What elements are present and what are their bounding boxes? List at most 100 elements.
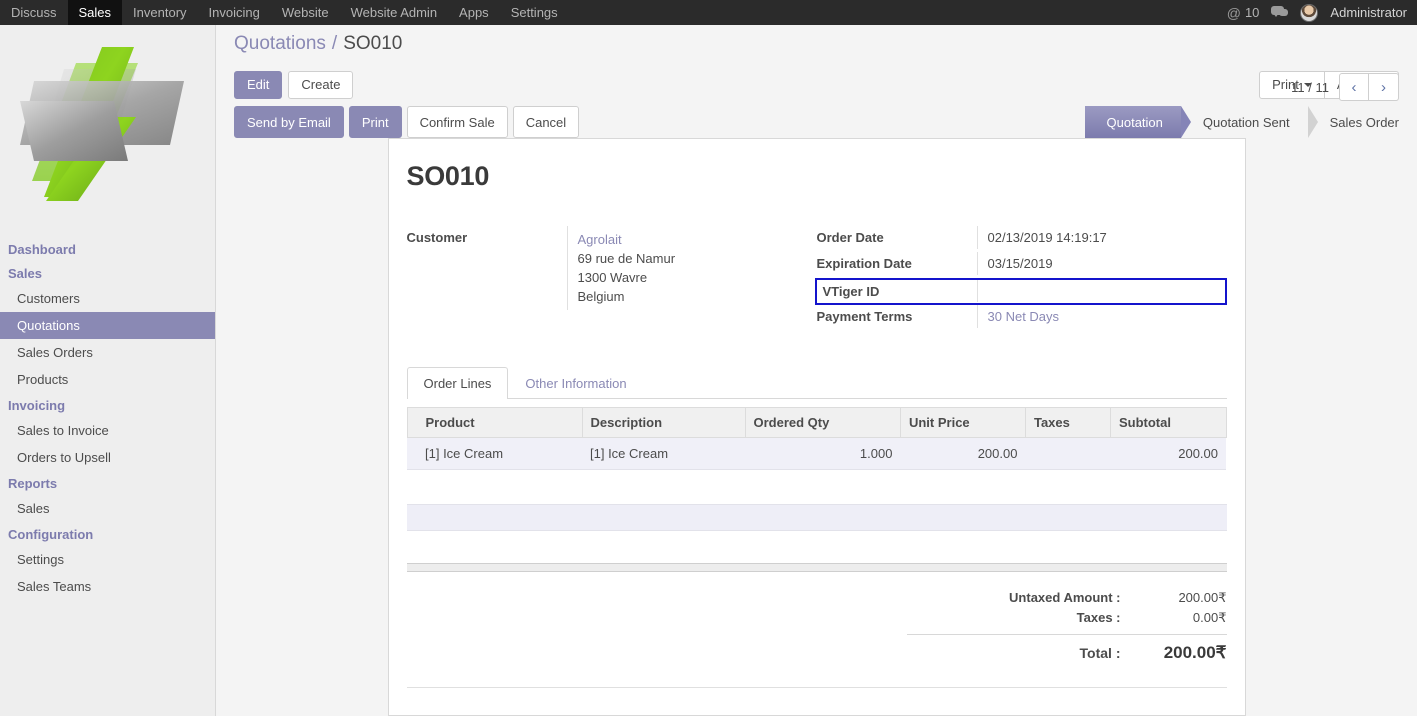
nav-item-apps[interactable]: Apps [448,0,500,25]
cell-taxes[interactable] [1025,437,1111,470]
resize-grip-bar[interactable] [406,563,1227,572]
sidebar-section-reports[interactable]: Reports [0,471,215,495]
sidebar-item-customers[interactable]: Customers [0,285,215,312]
add-line-placeholder-table [406,504,1227,531]
customer-value: Agrolait 69 rue de Namur 1300 Wavre Belg… [566,226,817,310]
nav-item-sales[interactable]: Sales [67,0,123,25]
sidebar-item-sales-orders[interactable]: Sales Orders [0,339,215,366]
column-header-taxes: Taxes [1025,407,1111,438]
mention-count: 10 [1244,5,1260,20]
cell-subtotal[interactable]: 200.00 [1110,437,1226,470]
customer-address-line-2: 1300 Wavre [577,270,648,285]
logo-container [0,25,215,237]
breadcrumb-separator: / [331,33,338,54]
breadcrumb-parent[interactable]: Quotations [234,33,326,55]
sidebar-item-sales-to-invoice[interactable]: Sales to Invoice [0,417,215,444]
nav-item-website-admin[interactable]: Website Admin [340,0,448,25]
pager-previous-button[interactable]: ‹ [1339,73,1369,101]
nav-item-discuss[interactable]: Discuss [0,0,68,25]
status-bar: Send by Email Print Confirm Sale Cancel Quo… [216,106,1417,138]
mentions-badge[interactable]: @ 10 [1227,5,1260,21]
edit-button[interactable]: Edit [234,70,283,99]
user-avatar[interactable] [1300,3,1319,22]
workflow-buttons: Send by Email Print Confirm Sale Cancel [234,106,584,138]
stage-sales-order[interactable]: Sales Order [1307,106,1417,138]
column-header-description: Description [582,407,746,438]
taxes-label: Taxes : [1076,610,1121,625]
nav-item-website[interactable]: Website [271,0,340,25]
sidebar-item-sales-teams[interactable]: Sales Teams [0,573,215,600]
cell-description[interactable]: [1] Ice Cream [582,437,745,470]
pager-next-button[interactable]: › [1369,73,1399,101]
sidebar: Dashboard Sales Customers Quotations Sales O… [0,25,216,716]
untaxed-amount-value: 200.00₹ [1178,590,1227,605]
cell-product[interactable]: [1] Ice Cream [407,437,582,470]
taxes-row: Taxes : 0.00₹ [907,608,1227,628]
notebook: Order Lines Other Information Product Desc… [406,367,1227,688]
payment-terms-field: Payment Terms 30 Net Days [817,305,1227,331]
column-header-subtotal: Subtotal [1110,407,1227,438]
total-row: Total : 200.00₹ [906,634,1227,665]
untaxed-amount-row: Untaxed Amount : 200.00₹ [907,588,1227,608]
expiration-date-value[interactable]: 03/15/2019 [976,252,1227,275]
order-date-value[interactable]: 02/13/2019 14:19:17 [976,226,1227,249]
sidebar-item-sales[interactable]: Sales [0,495,215,522]
main-content: Quotations / SO010 Edit Create Print Act… [216,25,1417,716]
sidebar-section-sales[interactable]: Sales [0,261,215,285]
untaxed-amount-label: Untaxed Amount : [1009,590,1121,605]
sidebar-item-products[interactable]: Products [0,366,215,393]
sidebar-item-settings[interactable]: Settings [0,546,215,573]
totals-section: Untaxed Amount : 200.00₹ Taxes : 0.00₹ T… [407,588,1227,665]
sidebar-section-dashboard[interactable]: Dashboard [0,237,215,261]
sidebar-item-orders-to-upsell[interactable]: Orders to Upsell [0,444,215,471]
cancel-button[interactable]: Cancel [512,106,580,138]
cell-unit-price[interactable]: 200.00 [900,437,1026,470]
nav-item-inventory[interactable]: Inventory [122,0,197,25]
form-column-right: Order Date 02/13/2019 14:19:17 Expiratio… [814,226,1227,331]
at-sign-icon: @ [1226,4,1241,21]
add-an-item-cell[interactable] [406,504,1227,531]
customer-address-line-1: 69 rue de Namur [577,251,676,266]
user-name-label[interactable]: Administrator [1330,5,1407,20]
send-by-email-button[interactable]: Send by Email [234,106,344,138]
sidebar-nav: Dashboard Sales Customers Quotations Sales O… [0,237,215,600]
customer-label: Customer [406,230,468,245]
order-date-field: Order Date 02/13/2019 14:19:17 [817,226,1227,252]
payment-terms-value[interactable]: 30 Net Days [976,305,1227,328]
form-sheet: SO010 Customer Agrolait 69 rue de Namur … [387,138,1246,716]
customer-name-link[interactable]: Agrolait [578,230,817,249]
company-logo [19,46,184,201]
create-button[interactable]: Create [288,70,354,99]
add-an-item-row[interactable] [406,504,1227,531]
order-lines-table: Product Description Ordered Qty Unit Price T… [406,407,1227,470]
tab-order-lines[interactable]: Order Lines [406,367,509,399]
breadcrumb-current: SO010 [343,33,403,54]
form-columns: Customer Agrolait 69 rue de Namur 1300 W… [407,226,1227,331]
confirm-sale-button[interactable]: Confirm Sale [406,106,508,138]
breadcrumb: Quotations / SO010 [216,25,1417,63]
expiration-date-field: Expiration Date 03/15/2019 [817,252,1227,278]
taxes-value: 0.00₹ [1192,610,1227,625]
customer-address-line-3: Belgium [577,289,625,304]
chat-bubble-icon[interactable] [1271,6,1289,19]
cell-ordered-qty[interactable]: 1.000 [745,437,901,470]
top-navbar: Discuss Sales Inventory Invoicing Website Web… [0,0,1417,25]
vtiger-id-value[interactable] [976,280,1225,302]
record-pager: 11 / 11 ‹ › [1291,73,1399,101]
tab-other-information[interactable]: Other Information [508,367,643,399]
stage-quotation-sent[interactable]: Quotation Sent [1180,106,1318,138]
print-button[interactable]: Print [348,106,402,138]
control-panel: Edit Create Print Action [216,63,1417,106]
payment-terms-label: Payment Terms [816,309,913,324]
stage-quotation[interactable]: Quotation [1084,106,1192,138]
total-label: Total : [1079,645,1121,661]
sidebar-section-invoicing[interactable]: Invoicing [0,393,215,417]
sidebar-section-configuration[interactable]: Configuration [0,522,215,546]
sidebar-item-quotations[interactable]: Quotations [0,312,215,339]
nav-item-invoicing[interactable]: Invoicing [198,0,271,25]
nav-item-settings[interactable]: Settings [500,0,569,25]
sheet-bottom-divider [406,687,1227,688]
column-header-ordered-qty: Ordered Qty [745,407,901,438]
vtiger-id-field[interactable]: VTiger ID [814,278,1227,305]
table-row[interactable]: [1] Ice Cream [1] Ice Cream 1.000 200.00 200… [407,437,1226,470]
